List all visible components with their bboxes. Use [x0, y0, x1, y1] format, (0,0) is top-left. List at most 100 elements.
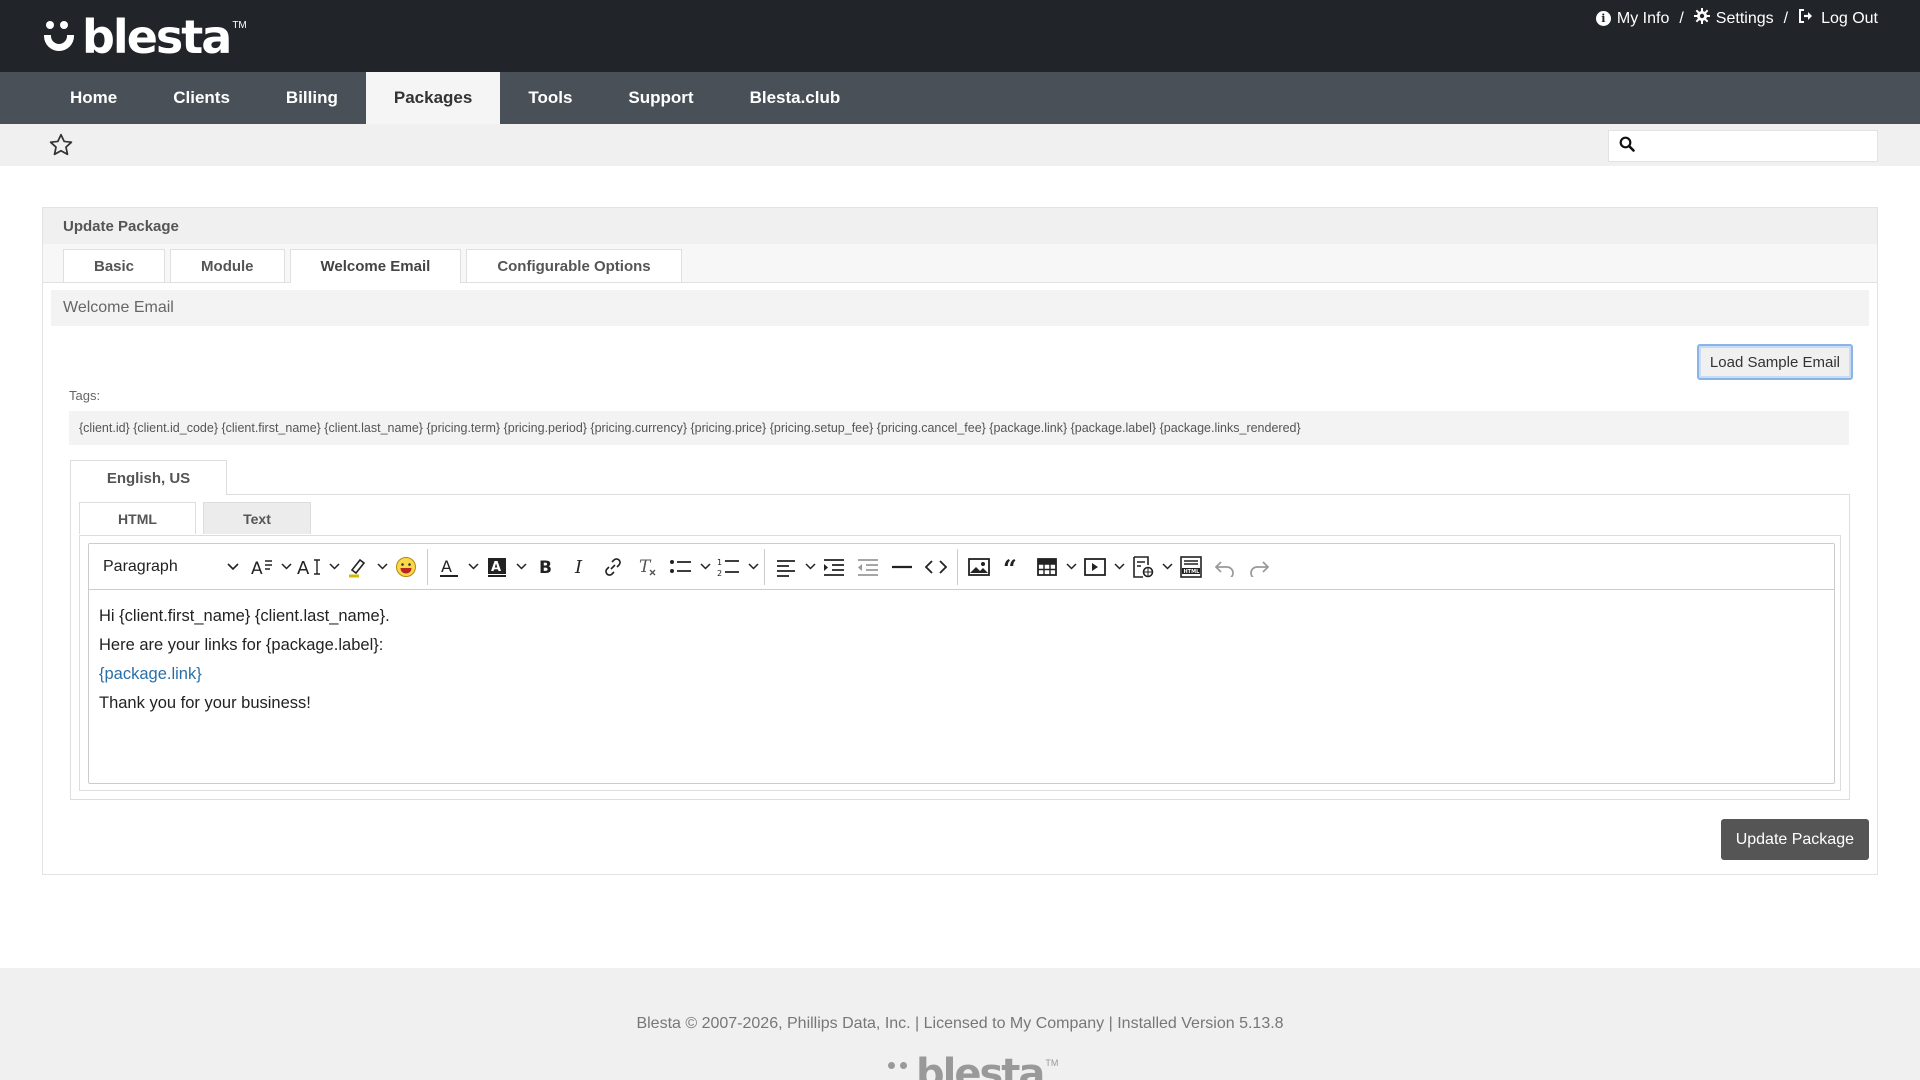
sub-toolbar — [0, 124, 1920, 166]
text-color-icon[interactable]: A — [432, 550, 466, 584]
nav-item-support[interactable]: Support — [600, 72, 721, 124]
align-left-icon[interactable] — [769, 550, 803, 584]
panel-title: Update Package — [43, 208, 1877, 244]
sign-out-icon — [1798, 8, 1815, 29]
svg-text:I: I — [574, 557, 583, 577]
undo-icon[interactable] — [1208, 550, 1242, 584]
nav-item-billing[interactable]: Billing — [258, 72, 366, 124]
nav-item-clients[interactable]: Clients — [145, 72, 258, 124]
email-line: Hi {client.first_name} {client.last_name… — [99, 607, 390, 625]
svg-text:A: A — [251, 559, 263, 577]
nav-item-blesta-club[interactable]: Blesta.club — [722, 72, 869, 124]
tab-html[interactable]: HTML — [79, 502, 196, 534]
font-family-icon[interactable]: A — [245, 550, 279, 584]
template-icon[interactable] — [1126, 550, 1160, 584]
chevron-down-icon[interactable] — [698, 563, 712, 570]
star-icon[interactable] — [48, 132, 76, 160]
emoji-icon[interactable] — [389, 550, 423, 584]
svg-text:2: 2 — [717, 569, 722, 578]
language-content: HTML Text Paragraph A A A A B I T 1 2 “ … — [70, 494, 1850, 800]
svg-text:A: A — [297, 558, 310, 577]
package-tabs: Basic Module Welcome Email Configurable … — [43, 244, 1877, 283]
log-out-label: Log Out — [1821, 9, 1878, 27]
numbered-list-icon[interactable]: 12 — [712, 550, 746, 584]
nav-item-packages[interactable]: Packages — [365, 72, 501, 124]
tab-basic[interactable]: Basic — [63, 249, 166, 282]
logo-smile-icon — [42, 17, 78, 57]
footer-logo-text: blesta — [916, 1054, 1045, 1080]
image-icon[interactable] — [962, 550, 996, 584]
block-format-select[interactable]: Paragraph — [97, 549, 245, 585]
bold-icon[interactable]: B — [528, 550, 562, 584]
tab-welcome-email[interactable]: Welcome Email — [289, 249, 462, 283]
highlighter-icon[interactable] — [341, 550, 375, 584]
editor-content[interactable]: Hi {client.first_name} {client.last_name… — [89, 590, 1834, 730]
tab-text[interactable]: Text — [203, 502, 311, 534]
email-line: Here are your links for {package.label}: — [99, 636, 384, 654]
indent-icon[interactable] — [817, 550, 851, 584]
chevron-down-icon[interactable] — [1160, 563, 1174, 570]
nav-item-home[interactable]: Home — [42, 72, 145, 124]
blesta-logo[interactable]: blesta TM — [42, 10, 247, 64]
package-link[interactable]: {package.link} — [99, 660, 1824, 689]
blockquote-icon[interactable]: “ — [996, 550, 1030, 584]
settings-label: Settings — [1715, 9, 1774, 27]
tab-configurable-options[interactable]: Configurable Options — [466, 249, 682, 282]
chevron-down-icon[interactable] — [466, 563, 480, 570]
tags-label: Tags: — [69, 388, 101, 403]
nav-item-tools[interactable]: Tools — [500, 72, 600, 124]
chevron-down-icon[interactable] — [327, 563, 341, 570]
search-box — [1608, 130, 1878, 162]
clear-formatting-icon[interactable]: T — [630, 550, 664, 584]
search-icon — [1619, 136, 1635, 157]
tab-module[interactable]: Module — [170, 249, 285, 282]
media-icon[interactable] — [1078, 550, 1112, 584]
footer: Blesta © 2007-2026, Phillips Data, Inc. … — [0, 968, 1920, 1080]
info-icon: i — [1595, 11, 1611, 26]
chevron-down-icon[interactable] — [279, 563, 293, 570]
block-format-value: Paragraph — [103, 557, 178, 575]
tab-language-english-us[interactable]: English, US — [70, 460, 227, 495]
log-out-link[interactable]: Log Out — [1798, 8, 1878, 29]
user-links: i My Info / Settings / Log Out — [1595, 8, 1878, 29]
search-input[interactable] — [1643, 132, 1877, 160]
chevron-down-icon[interactable] — [514, 563, 528, 570]
settings-link[interactable]: Settings — [1693, 8, 1774, 29]
separator: / — [1783, 9, 1789, 27]
horizontal-line-icon[interactable] — [885, 550, 919, 584]
svg-text:1: 1 — [717, 558, 722, 567]
chevron-down-icon[interactable] — [803, 563, 817, 570]
logo-text: blesta — [82, 10, 232, 64]
font-size-icon[interactable]: A — [293, 550, 327, 584]
update-package-panel: Update Package Basic Module Welcome Emai… — [42, 207, 1878, 875]
section-title: Welcome Email — [51, 290, 1869, 326]
background-color-icon[interactable]: A — [480, 550, 514, 584]
editor-toolbar: Paragraph A A A A B I T 1 2 “ HTML — [89, 544, 1834, 590]
outdent-icon[interactable] — [851, 550, 885, 584]
source-code-icon[interactable] — [919, 550, 953, 584]
chevron-down-icon[interactable] — [1064, 563, 1078, 570]
logo-smile-icon — [886, 1054, 912, 1080]
email-line: Thank you for your business! — [99, 694, 311, 712]
chevron-down-icon[interactable] — [375, 563, 389, 570]
footer-logo-trademark: TM — [1045, 1058, 1059, 1068]
italic-icon[interactable]: I — [562, 550, 596, 584]
chevron-down-icon — [227, 558, 239, 576]
my-info-link[interactable]: i My Info — [1595, 9, 1670, 28]
link-icon[interactable] — [596, 550, 630, 584]
update-package-button[interactable]: Update Package — [1720, 819, 1869, 860]
load-sample-email-button[interactable]: Load Sample Email — [1696, 344, 1853, 380]
footer-logo: blesta TM — [886, 1054, 1058, 1080]
html-preview-icon[interactable]: HTML — [1174, 550, 1208, 584]
my-info-label: My Info — [1616, 9, 1670, 27]
svg-text:A: A — [441, 557, 452, 576]
chevron-down-icon[interactable] — [1112, 563, 1126, 570]
tags-list: {client.id} {client.id_code} {client.fir… — [69, 411, 1849, 445]
bullet-list-icon[interactable] — [664, 550, 698, 584]
table-icon[interactable] — [1030, 550, 1064, 584]
svg-text:B: B — [539, 558, 552, 577]
chevron-down-icon[interactable] — [746, 563, 760, 570]
redo-icon[interactable] — [1242, 550, 1276, 584]
toolbar-divider — [957, 548, 958, 585]
svg-text:A: A — [491, 560, 501, 575]
